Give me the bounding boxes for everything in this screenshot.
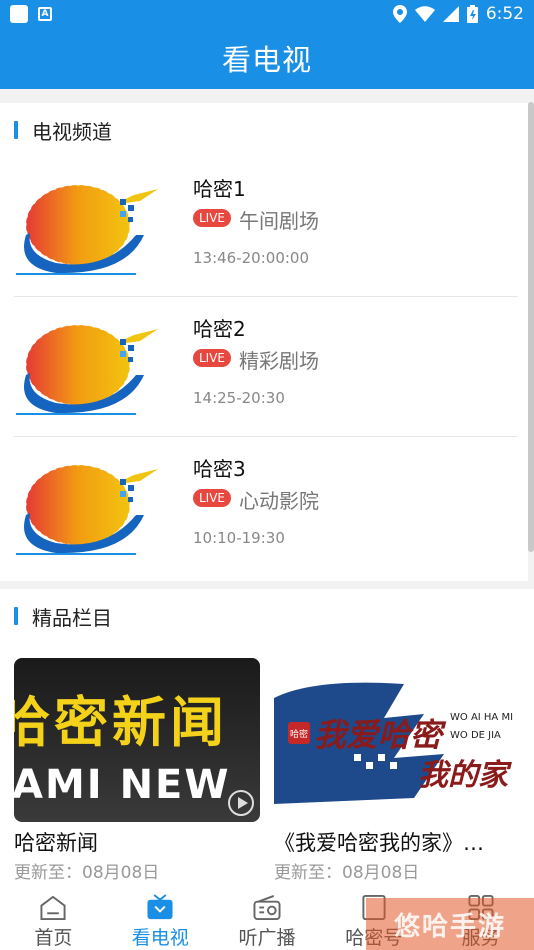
section-accent-bar — [14, 121, 18, 139]
thumbnail-text: 哈密新闻 — [14, 691, 228, 754]
tab-tv[interactable]: 看电视 — [107, 890, 214, 950]
thumbnail-text: 我的家 — [418, 758, 508, 793]
status-time: 6:52 — [485, 3, 524, 24]
radio-icon — [253, 895, 281, 921]
section-title: 精品栏目 — [32, 605, 112, 630]
tab-radio[interactable]: 听广播 — [214, 890, 321, 950]
channel-logo-icon — [16, 324, 158, 415]
current-program: 午间剧场 — [239, 209, 319, 233]
channel-item[interactable]: 哈密1 LIVE 午间剧场 13:46-20:00:00 — [0, 157, 528, 297]
channel-name: 哈密1 — [193, 177, 246, 201]
channel-name: 哈密3 — [193, 457, 246, 481]
channel-item[interactable]: 哈密2 LIVE 精彩剧场 14:25-20:30 — [0, 297, 528, 437]
program-title: 《我爱哈密我的家》… — [274, 831, 484, 855]
section-title: 电视频道 — [32, 119, 112, 144]
app-bar: 看电视 — [0, 27, 534, 89]
program-thumbnail: 哈密新闻 AMI NEW — [14, 658, 260, 822]
live-badge: LIVE — [193, 209, 232, 227]
notification-square-icon — [10, 4, 28, 23]
tab-label: 首页 — [34, 927, 73, 949]
page-title: 看电视 — [221, 43, 312, 77]
program-update: 更新至：08月08日 — [14, 863, 160, 883]
program-update: 更新至：08月08日 — [274, 863, 420, 883]
program-thumbnail: 哈密 我爱哈密 我的家 WO AI HA MI WO DE JIA — [274, 658, 520, 822]
current-program: 心动影院 — [239, 489, 319, 513]
channel-name: 哈密2 — [193, 317, 246, 341]
tv-icon — [147, 894, 173, 920]
location-icon — [392, 4, 407, 23]
thumbnail-text: WO DE JIA — [450, 730, 501, 741]
tv-channels-header: 电视频道 — [0, 103, 528, 157]
tab-label: 看电视 — [131, 927, 189, 949]
featured-header: 精品栏目 — [0, 589, 534, 643]
thumbnail-text: AMI NEW — [14, 762, 231, 808]
status-bar: A 6:52 — [0, 0, 534, 27]
program-time: 13:46-20:00:00 — [193, 249, 310, 267]
program-title: 哈密新闻 — [14, 831, 98, 855]
program-card[interactable]: 哈密新闻 AMI NEW 哈密新闻 更新至：08月08日 — [14, 658, 260, 883]
scrollbar[interactable] — [528, 102, 534, 552]
home-icon — [40, 895, 66, 921]
program-card[interactable]: 哈密 我爱哈密 我的家 WO AI HA MI WO DE JIA 《我爱哈密我… — [274, 658, 520, 883]
tv-channels-section: 电视频道 哈密1 LIVE 午间剧场 13:46-20:00:00 哈密2 LI… — [0, 103, 528, 581]
battery-icon — [466, 4, 478, 23]
program-time: 14:25-20:30 — [193, 389, 285, 407]
tab-label: 听广播 — [238, 927, 296, 949]
section-accent-bar — [14, 607, 18, 625]
channel-logo-icon — [16, 464, 158, 555]
channel-logo-icon — [16, 184, 158, 275]
channel-item[interactable]: 哈密3 LIVE 心动影院 10:10-19:30 — [0, 437, 528, 577]
program-time: 10:10-19:30 — [193, 529, 285, 547]
thumbnail-seal: 哈密 — [288, 722, 310, 744]
signal-icon — [442, 5, 459, 22]
thumbnail-text: WO AI HA MI — [450, 712, 514, 723]
play-icon[interactable] — [228, 790, 254, 816]
watermark: 悠哈手游 — [366, 898, 534, 950]
watermark-text: 悠哈手游 — [393, 911, 506, 942]
live-badge: LIVE — [193, 489, 232, 507]
current-program: 精彩剧场 — [239, 349, 319, 373]
a-icon: A — [38, 6, 52, 21]
live-badge: LIVE — [193, 349, 232, 367]
tab-home[interactable]: 首页 — [0, 890, 107, 950]
wifi-icon — [414, 5, 435, 22]
